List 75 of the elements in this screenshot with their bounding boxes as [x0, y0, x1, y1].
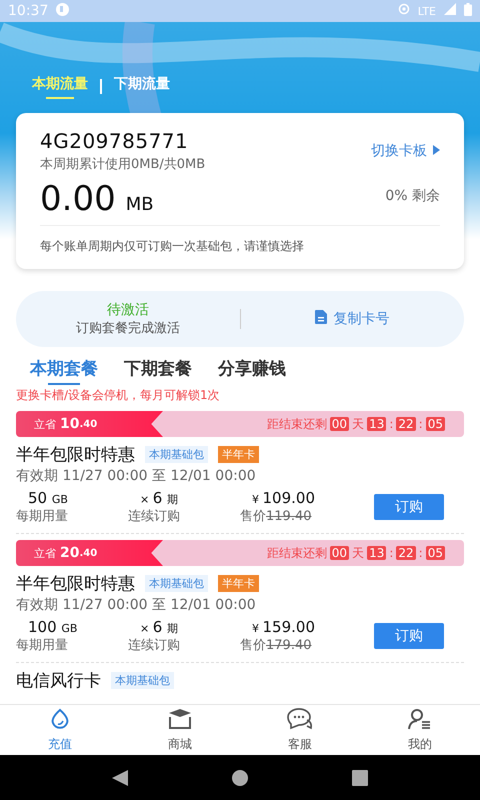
- clock: 10:37: [8, 3, 48, 19]
- warning-text: 更换卡槽/设备会停机，每月可解锁1次: [16, 387, 221, 404]
- nav-tab[interactable]: 客服: [240, 705, 360, 755]
- package-title: 半年包限时特惠: [16, 573, 135, 595]
- validity-period: 有效期 11/27 00:00 至 12/01 00:00: [16, 467, 257, 485]
- countdown-hours: 13: [367, 546, 386, 560]
- nav-tab[interactable]: 我的: [360, 705, 480, 755]
- drop-icon: [49, 708, 71, 730]
- remaining-percent: 0% 剩余: [385, 187, 440, 205]
- package-tag: 半年卡: [218, 575, 259, 592]
- copy-card-number-button[interactable]: 复制卡号: [315, 310, 390, 328]
- nav-tab[interactable]: 充值: [0, 705, 120, 755]
- period-count: × 6 期: [139, 489, 180, 507]
- data-amount: 50 GB: [27, 489, 69, 507]
- amount-unit: MB: [126, 194, 154, 215]
- day-unit: 天: [352, 416, 364, 432]
- remaining-amount: 0.00: [40, 179, 116, 219]
- package-tag: 本期基础包: [145, 575, 208, 592]
- package-tab[interactable]: 分享赚钱: [218, 357, 286, 383]
- stat-label: 每期用量: [16, 508, 69, 525]
- order-button[interactable]: 订购: [374, 494, 444, 520]
- countdown-seconds: 05: [426, 546, 445, 560]
- savings-decimals: .40: [79, 548, 98, 558]
- stat-label: 连续订购: [128, 508, 181, 525]
- time-separator: :: [389, 546, 394, 560]
- purchase-notice: 每个账单周期内仅可订购一次基础包，请谨慎选择: [40, 238, 305, 255]
- usage-summary: 本周期累计使用0MB/共0MB: [40, 156, 206, 173]
- period-count: × 6 期: [139, 618, 180, 636]
- chat-bubbles-icon: [287, 708, 313, 730]
- package-tab[interactable]: 下期套餐: [124, 357, 192, 383]
- activation-hint: 订购套餐完成激活: [76, 320, 180, 337]
- stat-label: 连续订购: [128, 637, 181, 654]
- card-number: 4G209785771: [40, 129, 190, 153]
- back-button[interactable]: [112, 770, 128, 786]
- day-unit: 天: [352, 544, 364, 562]
- switch-card-link[interactable]: 切换卡板: [371, 142, 440, 160]
- sale-price: ¥ 109.00: [251, 489, 316, 507]
- savings-decimals: .40: [79, 418, 98, 430]
- savings-amount: 20: [60, 545, 80, 561]
- countdown-days: 00: [330, 546, 350, 560]
- package-title: 半年包限时特惠: [16, 444, 135, 466]
- countdown-seconds: 05: [426, 417, 445, 431]
- order-button[interactable]: 订购: [374, 623, 444, 649]
- validity-period: 有效期 11/27 00:00 至 12/01 00:00: [16, 596, 257, 614]
- countdown-hours: 13: [367, 417, 386, 431]
- original-price: 售价119.40: [240, 508, 312, 525]
- nav-tab[interactable]: 商城: [120, 705, 240, 755]
- countdown-minutes: 22: [396, 546, 416, 560]
- original-price: 售价179.40: [240, 637, 312, 654]
- time-separator: :: [418, 417, 423, 431]
- stat-label: 每期用量: [16, 637, 69, 654]
- savings-label: 立省: [34, 546, 56, 560]
- user-list-icon: [408, 708, 432, 730]
- network-type: LTE: [418, 4, 436, 18]
- sale-price: ¥ 159.00: [251, 618, 316, 636]
- recents-button[interactable]: [352, 770, 368, 786]
- data-amount: 100 GB: [27, 618, 78, 636]
- savings-amount: 10: [60, 416, 80, 432]
- package-tab[interactable]: 本期套餐: [30, 357, 98, 383]
- package-tag: 本期基础包: [111, 672, 174, 689]
- time-separator: :: [389, 417, 394, 431]
- time-separator: :: [418, 546, 423, 560]
- countdown-days: 00: [330, 417, 350, 431]
- package-tag: 本期基础包: [145, 446, 208, 463]
- savings-label: 立省: [34, 416, 56, 432]
- flow-tab[interactable]: 本期流量: [32, 75, 88, 97]
- countdown-label: 距结束还剩: [266, 416, 327, 432]
- package-tag: 半年卡: [218, 446, 259, 463]
- box-icon: [168, 708, 192, 730]
- activation-status: 待激活: [106, 301, 149, 319]
- package-title: 电信风行卡: [16, 670, 101, 692]
- home-button[interactable]: [232, 770, 248, 786]
- countdown-minutes: 22: [396, 417, 416, 431]
- countdown-label: 距结束还剩: [266, 544, 327, 562]
- flow-tab[interactable]: 下期流量: [114, 75, 170, 97]
